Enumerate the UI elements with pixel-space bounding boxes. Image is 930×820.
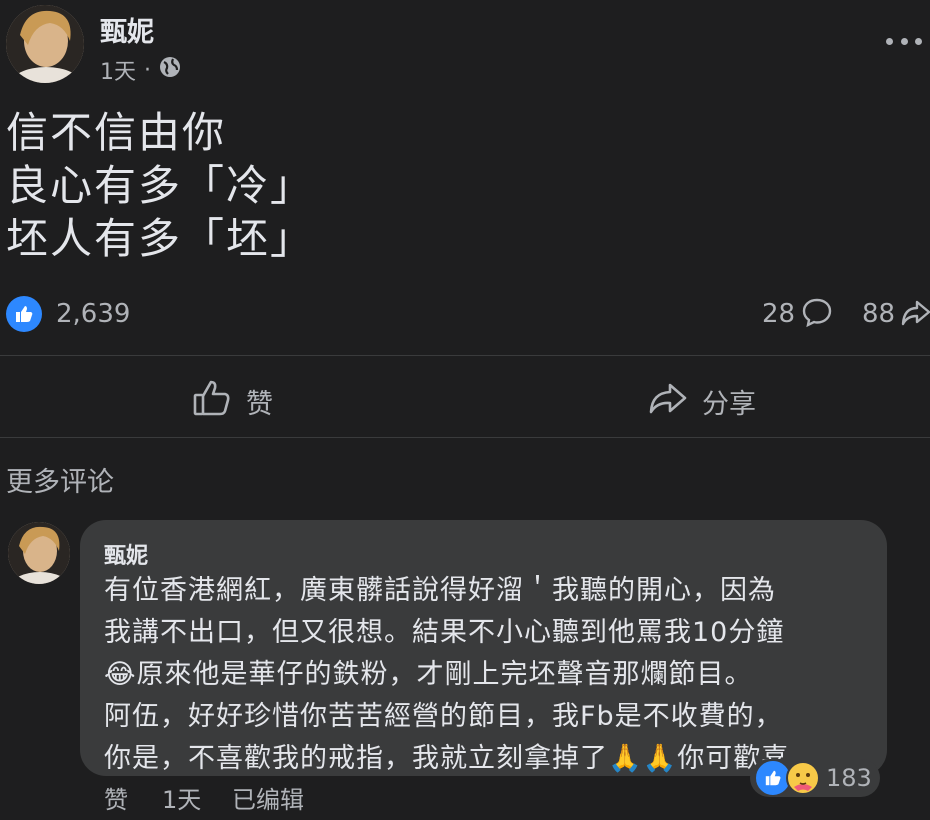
comment-line: 我講不出口，但又很想。結果不小心聽到他罵我10分鐘 xyxy=(104,617,785,648)
comment-line: 有位香港網紅，廣東髒話說得好溜＇我聽的開心，因為 xyxy=(104,575,776,606)
comments-count: 28 xyxy=(762,299,796,329)
share-button[interactable]: 分享 xyxy=(648,378,756,425)
comment-line: 阿伍，好好珍惜你苦苦經營的節目，我Fb是不收費的， xyxy=(104,701,783,732)
post-meta: 1天 · xyxy=(100,54,181,86)
shares-count: 88 xyxy=(862,299,896,329)
comment-icon xyxy=(801,296,833,332)
like-icon xyxy=(6,296,42,332)
comment-time[interactable]: 1天 xyxy=(162,780,201,815)
comment-reactions[interactable]: 183 xyxy=(750,759,880,797)
divider xyxy=(0,437,930,438)
post-line: 信不信由你 xyxy=(6,108,227,157)
share-arrow-icon xyxy=(648,378,688,425)
more-options-button[interactable] xyxy=(886,26,922,56)
commenter-avatar[interactable] xyxy=(8,522,70,584)
meta-separator: · xyxy=(144,57,151,83)
divider xyxy=(0,355,930,356)
thumbs-up-icon xyxy=(192,378,232,425)
comment-like-button[interactable]: 赞 xyxy=(104,780,128,815)
share-label: 分享 xyxy=(702,389,756,420)
post-author-name[interactable]: 甄妮 xyxy=(100,10,154,49)
like-button[interactable]: 赞 xyxy=(192,378,273,425)
like-label: 赞 xyxy=(246,389,273,420)
more-icon xyxy=(886,37,893,45)
comment-reactions-count: 183 xyxy=(826,764,872,792)
comment-author-name[interactable]: 甄妮 xyxy=(104,538,148,570)
globe-icon xyxy=(159,56,181,84)
comment-text: 有位香港網紅，廣東髒話說得好溜＇我聽的開心，因為 我講不出口，但又很想。結果不小… xyxy=(104,570,789,780)
more-comments-link[interactable]: 更多评论 xyxy=(6,460,114,499)
post-time[interactable]: 1天 xyxy=(100,54,136,86)
comment-edited-label: 已编辑 xyxy=(232,786,304,814)
post-line: 良心有多「冷」 xyxy=(6,161,315,210)
post-text: 信不信由你 良心有多「冷」 坯人有多「坯」 xyxy=(6,106,314,265)
comments-count-link[interactable]: 28 xyxy=(762,296,833,332)
comment-line: 你是，不喜歡我的戒指，我就立刻拿掉了🙏🙏你可歡喜 xyxy=(104,743,790,774)
care-emoji-icon xyxy=(786,761,820,795)
shares-count-link[interactable]: 88 xyxy=(862,296,930,332)
reaction-summary[interactable]: 2,639 xyxy=(6,296,130,332)
post-line: 坯人有多「坯」 xyxy=(6,214,315,263)
author-avatar[interactable] xyxy=(6,5,84,83)
reactions-count: 2,639 xyxy=(56,299,131,329)
share-icon xyxy=(901,296,930,332)
comment-line: 😂原來他是華仔的鉄粉，才剛上完坯聲音那爛節目。 xyxy=(104,659,753,690)
